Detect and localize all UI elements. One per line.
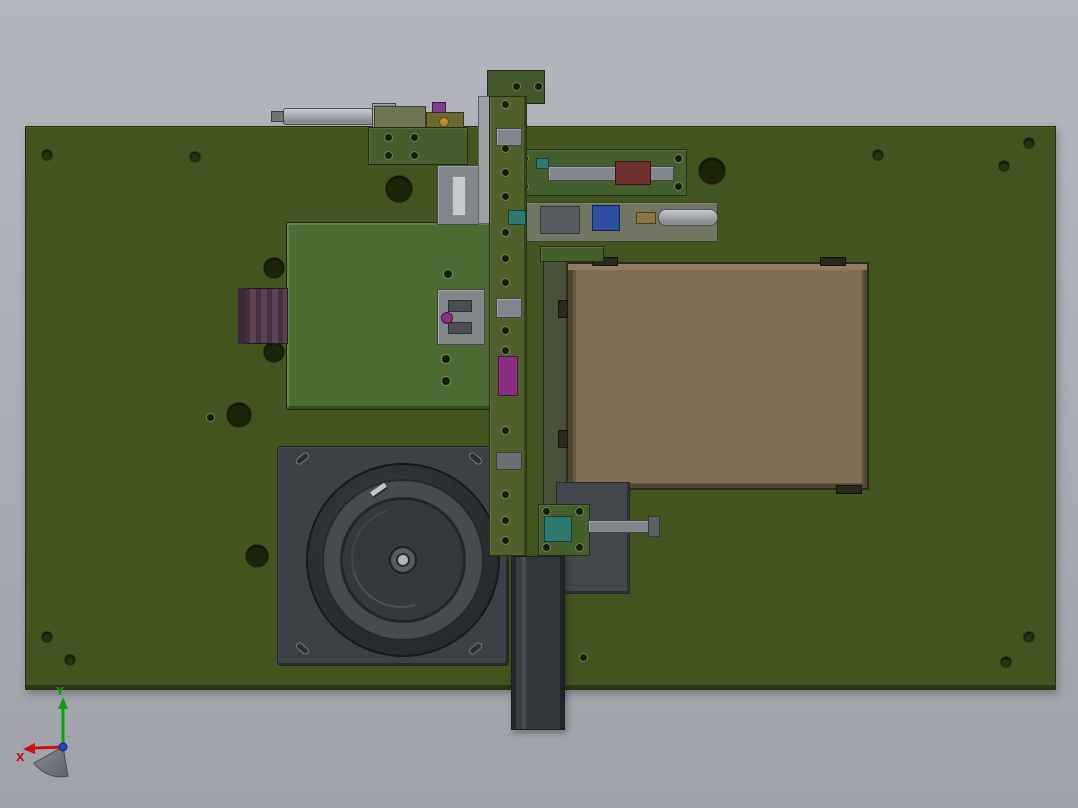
through-hole: [264, 258, 284, 278]
teal-clip: [536, 158, 549, 169]
column-screw: [502, 255, 509, 262]
through-hole: [264, 342, 284, 362]
column-magenta-block[interactable]: [498, 356, 518, 396]
mounting-hole: [1024, 138, 1034, 148]
through-hole: [227, 403, 251, 427]
conveyor-bracket: [820, 257, 846, 266]
column-screw: [502, 101, 509, 108]
linear-slider[interactable]: [452, 176, 466, 216]
gripper-arm-tip: [648, 516, 660, 537]
linear-rail[interactable]: [548, 166, 674, 181]
cylinder-base-plate[interactable]: [368, 127, 468, 165]
column-screw: [502, 193, 509, 200]
mounting-hole: [65, 655, 75, 665]
gripper-screw: [576, 508, 583, 515]
mounting-hole: [42, 632, 52, 642]
box-screw: [442, 355, 450, 363]
gripper-screw: [543, 544, 550, 551]
discharge-belt[interactable]: [511, 556, 565, 730]
bowl-center-pin: [398, 555, 408, 565]
mounting-hole: [999, 161, 1009, 171]
plate-screw: [385, 134, 392, 141]
bowl-hub: [389, 546, 417, 574]
rail-carriage[interactable]: [540, 206, 580, 234]
gripper-arm[interactable]: [588, 520, 650, 533]
column-block: [496, 452, 522, 470]
column-screw: [502, 347, 509, 354]
column-screw: [502, 145, 509, 152]
blue-block[interactable]: [592, 205, 620, 231]
x-axis-label: X: [16, 751, 25, 764]
feeder-slot: [467, 640, 484, 657]
feeder-slot: [294, 640, 311, 657]
cad-viewport[interactable]: Y X: [0, 0, 1078, 808]
conveyor-bracket: [836, 485, 862, 494]
purple-connector: [432, 102, 446, 113]
column-block: [496, 298, 522, 318]
column-screw: [502, 327, 509, 334]
z-axis-indicator: [58, 742, 68, 752]
pneumatic-cylinder[interactable]: [283, 108, 373, 125]
mounting-hole: [42, 150, 52, 160]
maroon-block[interactable]: [615, 161, 651, 185]
through-hole: [699, 158, 725, 184]
orientation-triad: Y X: [16, 685, 69, 778]
column-screw: [502, 537, 509, 544]
gripper-screw: [543, 508, 550, 515]
through-hole: [386, 176, 412, 202]
column-screw: [502, 491, 509, 498]
box-screw: [444, 270, 452, 278]
x-axis-arrowhead: [23, 743, 35, 754]
feeder-slot: [467, 450, 484, 467]
coupler: [636, 212, 656, 224]
column-teal-block: [508, 210, 526, 225]
plate-screw: [580, 654, 587, 661]
y-axis-label: Y: [55, 685, 65, 698]
bracket-notch: [448, 300, 472, 312]
bowl-track: [333, 490, 469, 626]
plate-screw: [385, 152, 392, 159]
bracket-screw: [535, 83, 542, 90]
small-green-plate: [540, 246, 604, 262]
mounting-hole: [190, 152, 200, 162]
mounting-hole: [1001, 657, 1011, 667]
gripper-screw: [576, 544, 583, 551]
plate-screw: [411, 152, 418, 159]
feeder-slot: [294, 450, 311, 467]
plate-screw: [207, 414, 214, 421]
mounting-hole: [873, 150, 883, 160]
gripper-teal-block[interactable]: [544, 516, 572, 542]
purple-pin: [442, 313, 452, 323]
gold-screw: [440, 118, 448, 126]
bracket-notch: [448, 322, 472, 334]
box-screw: [442, 377, 450, 385]
column-screw: [502, 517, 509, 524]
through-hole: [246, 545, 268, 567]
column-screw: [502, 169, 509, 176]
side-cylinder[interactable]: [658, 209, 718, 226]
bowl-rim: [322, 479, 484, 641]
conveyor-bracket: [558, 430, 568, 448]
conveyor-platform[interactable]: [566, 262, 869, 490]
plate-screw: [675, 183, 682, 190]
actuator-end-cap: [238, 288, 246, 344]
plate-screw: [675, 155, 682, 162]
column-screw: [502, 229, 509, 236]
plate-screw: [411, 134, 418, 141]
column-screw: [502, 279, 509, 286]
column-block: [496, 128, 522, 146]
column-screw: [502, 427, 509, 434]
cylinder-fitting: [271, 111, 284, 122]
cylinder-mount: [374, 106, 426, 128]
mounting-hole: [1024, 632, 1034, 642]
linear-tool-column[interactable]: [489, 96, 527, 556]
y-axis-arrowhead: [58, 697, 68, 709]
vibratory-bowl[interactable]: [306, 463, 500, 657]
bracket-screw: [513, 83, 520, 90]
conveyor-bracket: [558, 300, 568, 318]
